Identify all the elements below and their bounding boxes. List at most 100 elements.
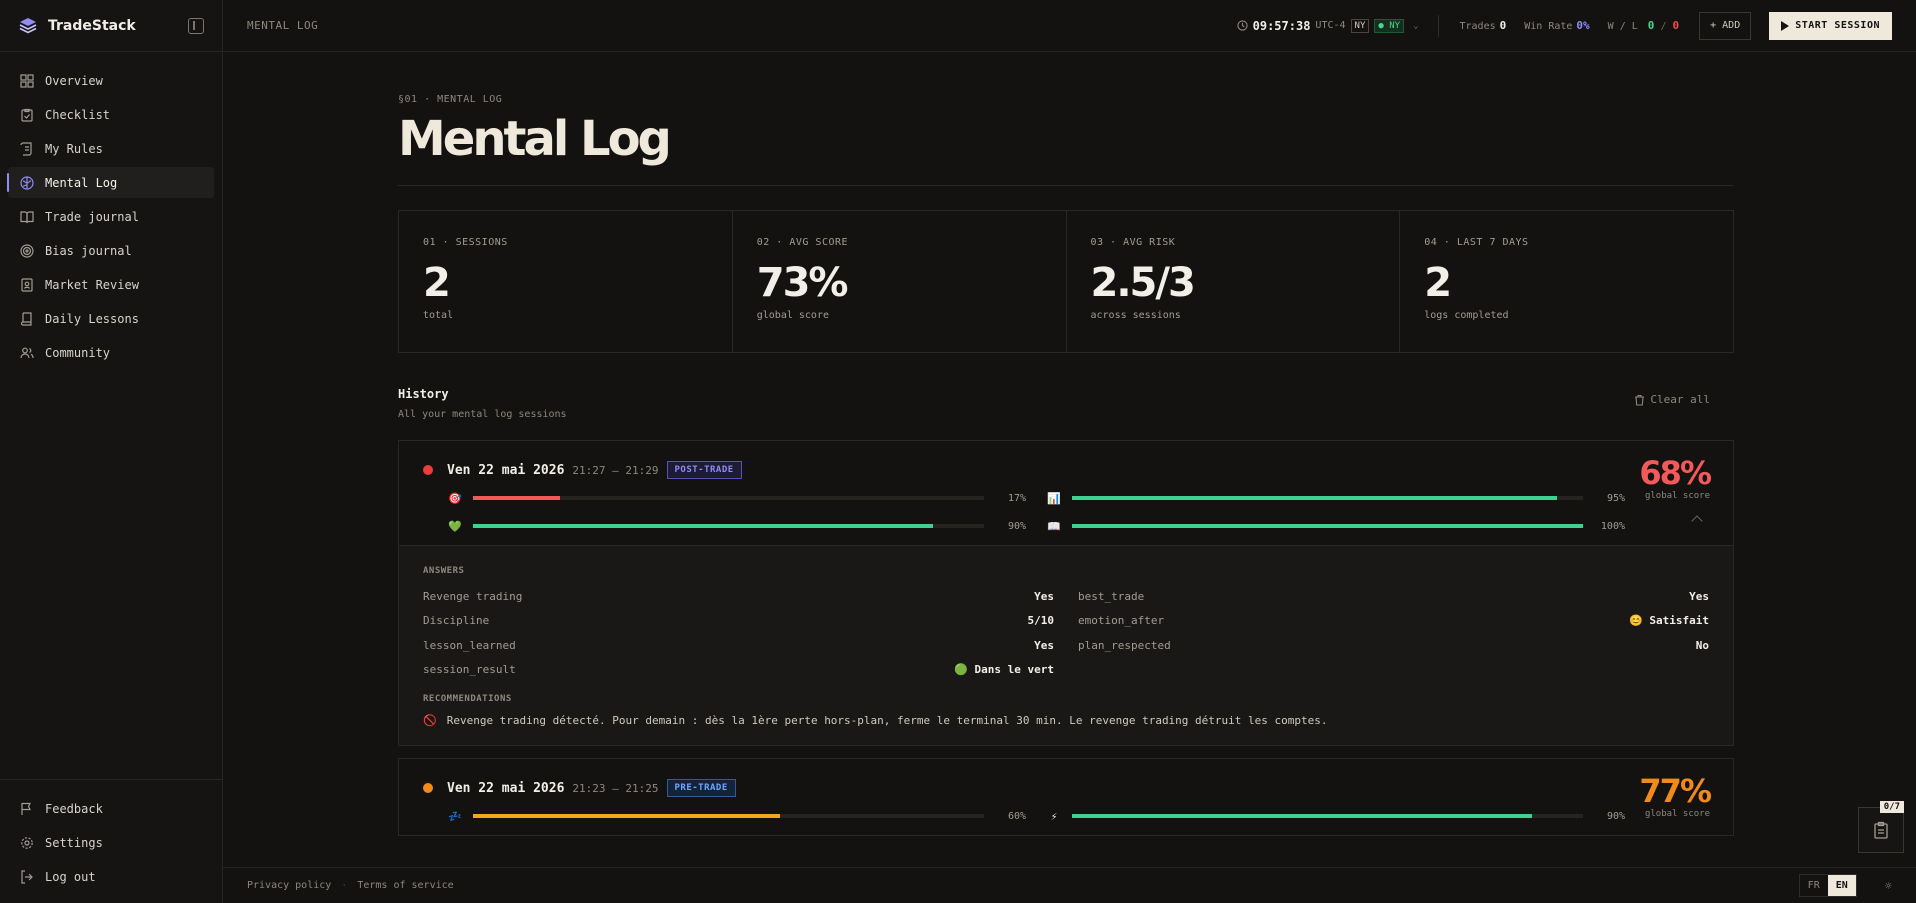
session-summary[interactable]: Ven 22 mai 2026 21:27 – 21:29 POST-TRADE… (399, 441, 1733, 545)
sidebar-item-checklist[interactable]: Checklist (8, 99, 214, 130)
session-bars: 💤 60% ⚡ 90% (423, 807, 1625, 825)
score-value: 77% (1639, 772, 1712, 810)
metric-bar: 🎯 17% (447, 489, 1026, 507)
checklist-float-button[interactable]: 0/7 (1858, 801, 1904, 853)
session-summary[interactable]: Ven 22 mai 2026 21:23 – 21:25 PRE-TRADE … (399, 759, 1733, 835)
chevron-up-icon[interactable] (1691, 515, 1703, 527)
recommendation: 🚫 Revenge trading détecté. Pour demain :… (423, 714, 1709, 727)
checklist-count-badge: 0/7 (1879, 801, 1904, 813)
sidebar-item-label: Log out (45, 869, 96, 884)
logout-icon (20, 869, 34, 884)
answer-value: 🟢 Dans le vert (954, 663, 1054, 677)
market-clock[interactable]: 09:57:38 UTC-4 NY ● NY ⌄ (1236, 18, 1418, 33)
start-session-button[interactable]: START SESSION (1769, 11, 1892, 40)
session-type-badge: POST-TRADE (666, 461, 742, 479)
sidebar-item-overview[interactable]: Overview (8, 65, 214, 96)
footer-separator: · (341, 880, 348, 891)
sidebar-item-label: Trade journal (45, 209, 139, 224)
gear-icon (20, 836, 34, 850)
answer-value: Yes (1689, 589, 1709, 603)
recommendation-text: Revenge trading détecté. Pour demain : d… (446, 714, 1328, 727)
sidebar-item-mental-log[interactable]: Mental Log (7, 167, 214, 198)
bar-fill (473, 496, 560, 500)
sidebar-item-trade-journal[interactable]: Trade journal (8, 201, 214, 232)
bar-track (1072, 814, 1583, 818)
chevron-down-icon[interactable]: ⌄ (1413, 21, 1418, 31)
breadcrumb: MENTAL LOG (247, 19, 319, 32)
sidebar-item-label: Overview (45, 73, 103, 88)
winrate-label: Win Rate (1524, 21, 1573, 32)
metric-bar: 📊 95% (1046, 489, 1625, 507)
market-tag: NY (1350, 18, 1370, 33)
session-date: Ven 22 mai 2026 (447, 780, 565, 796)
bar-fill (473, 814, 780, 818)
sun-icon[interactable]: ☼ (1885, 879, 1892, 893)
sidebar-item-label: Feedback (45, 801, 103, 816)
sidebar-item-my-rules[interactable]: My Rules (8, 133, 214, 164)
privacy-link[interactable]: Privacy policy (247, 880, 331, 891)
winrate-stat: Win Rate 0% (1524, 19, 1589, 32)
stat-value: 2 (423, 260, 451, 306)
clock-timezone: UTC-4 (1315, 20, 1346, 31)
session-status-dot (423, 783, 433, 793)
answer-row: plan_respected No (1078, 633, 1709, 658)
answer-value: Yes (1034, 589, 1054, 603)
sidebar-item-feedback[interactable]: Feedback (8, 793, 214, 824)
sidebar-item-settings[interactable]: Settings (8, 827, 214, 858)
session-type-badge: PRE-TRADE (666, 779, 736, 797)
sidebar-item-bias-journal[interactable]: Bias journal (8, 235, 214, 266)
lightning-emoji-icon: ⚡ (1050, 809, 1058, 823)
topbar: MENTAL LOG 09:57:38 UTC-4 NY ● NY ⌄ Trad… (223, 0, 1916, 52)
sidebar-item-label: Settings (45, 835, 103, 850)
clear-all-button[interactable]: Clear all (1634, 393, 1710, 406)
sidebar-item-daily-lessons[interactable]: Daily Lessons (8, 303, 214, 334)
sidebar: TradeStack Overview Checklist My Rules M… (0, 0, 223, 903)
stat-label: 01 · SESSIONS (423, 237, 508, 248)
score-value: 68% (1639, 454, 1712, 492)
trades-label: Trades (1459, 21, 1496, 32)
sidebar-item-label: Daily Lessons (45, 311, 139, 326)
sidebar-item-community[interactable]: Community (8, 337, 214, 368)
losses-value: 0 (1672, 19, 1680, 32)
sidebar-item-market-review[interactable]: Market Review (8, 269, 214, 300)
answers-title: ANSWERS (423, 566, 465, 576)
answers-grid: Revenge trading Yes best_trade Yes Discipl… (423, 584, 1709, 682)
terms-link[interactable]: Terms of service (357, 880, 453, 891)
bar-fill (473, 524, 933, 528)
session-header: Ven 22 mai 2026 21:23 – 21:25 PRE-TRADE (423, 779, 1709, 797)
clock-time: 09:57:38 (1252, 18, 1311, 33)
brain-icon (20, 175, 34, 190)
clipboard-check-icon (20, 108, 34, 122)
session-status-dot (423, 465, 433, 475)
answer-key: lesson_learned (423, 638, 516, 652)
global-score: 77% global score (1639, 772, 1712, 819)
bar-track (473, 814, 984, 818)
topbar-divider (1438, 14, 1440, 37)
metric-bar: 📖 100% (1046, 517, 1625, 535)
stat-label: 04 · LAST 7 DAYS (1424, 237, 1529, 248)
answer-key: emotion_after (1078, 614, 1165, 628)
lang-en-button[interactable]: EN (1827, 875, 1856, 896)
answer-key: best_trade (1078, 589, 1145, 603)
metric-bar: 💚 90% (447, 517, 1026, 535)
clock-icon (1236, 20, 1248, 31)
lang-fr-button[interactable]: FR (1800, 875, 1828, 896)
score-label: global score (1644, 809, 1710, 819)
session-time: 21:27 – 21:29 (572, 463, 659, 477)
sidebar-item-logout[interactable]: Log out (8, 861, 214, 892)
global-score: 68% global score (1639, 454, 1712, 501)
collapse-sidebar-icon[interactable] (188, 17, 204, 34)
bar-percent: 90% (1606, 810, 1625, 822)
history-title: History (398, 387, 449, 401)
bar-percent: 95% (1606, 492, 1625, 504)
sidebar-nav: Overview Checklist My Rules Mental Log T… (0, 52, 222, 779)
bar-percent: 100% (1600, 520, 1625, 532)
sidebar-item-label: Community (45, 345, 111, 360)
grid-icon (20, 73, 34, 88)
clear-all-label: Clear all (1650, 393, 1710, 406)
stat-sub: global score (756, 310, 829, 321)
scroll-icon (20, 141, 34, 156)
history-header: History All your mental log sessions Cle… (398, 387, 1734, 420)
sidebar-bottom: Feedback Settings Log out (0, 779, 222, 903)
add-button[interactable]: + ADD (1699, 11, 1752, 40)
